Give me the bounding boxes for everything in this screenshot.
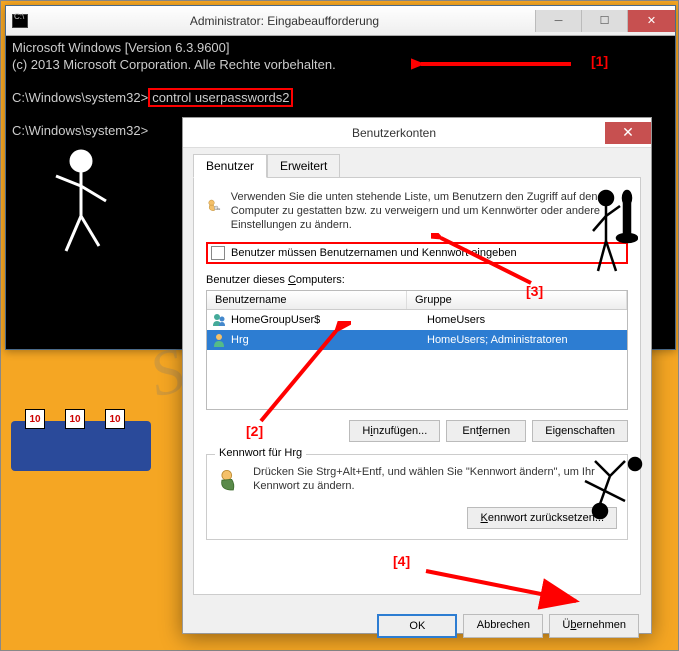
dialog-title: Benutzerkonten <box>183 126 605 140</box>
score-card: 10 <box>25 409 45 429</box>
candle-figure-icon <box>588 186 638 276</box>
user-name-cell: HomeGroupUser$ <box>231 314 427 326</box>
password-groupbox: Kennwort für Hrg Drücken Sie Strg+Alt+En… <box>206 454 628 540</box>
info-text: Verwenden Sie die unten stehende Liste, … <box>231 190 628 232</box>
ok-button[interactable]: OK <box>377 614 457 638</box>
cmd-command-highlight: control userpasswords2 <box>148 88 293 107</box>
soccer-figure-icon <box>570 456 650 546</box>
stick-figure-icon <box>41 146 121 266</box>
user-row-homegroup[interactable]: HomeGroupUser$ HomeUsers <box>207 310 627 330</box>
user-name-cell: Hrg <box>231 334 427 346</box>
cmd-titlebar: C:\ Administrator: Eingabeaufforderung ─… <box>6 6 675 36</box>
user-key-icon <box>217 465 243 497</box>
tab-users[interactable]: Benutzer <box>193 154 267 178</box>
user-icon <box>211 312 227 328</box>
user-accounts-dialog: Benutzerkonten ✕ Benutzer Erweitert Verw… <box>182 117 652 634</box>
dialog-footer: OK Abbrechen Übernehmen <box>183 606 651 646</box>
user-group-cell: HomeUsers <box>427 314 623 326</box>
dialog-close-button[interactable]: ✕ <box>605 122 651 144</box>
user-list[interactable]: Benutzername Gruppe HomeGroupUser$ HomeU… <box>206 290 628 410</box>
remove-button[interactable]: Entfernen <box>446 420 526 442</box>
dialog-tabs: Benutzer Erweitert <box>183 148 651 178</box>
cmd-prompt: C:\Windows\system32> <box>12 90 148 105</box>
minimize-button[interactable]: ─ <box>535 10 581 32</box>
user-list-header: Benutzername Gruppe <box>207 291 627 310</box>
require-password-label: Benutzer müssen Benutzernamen und Kennwo… <box>231 247 517 259</box>
window-controls: ─ ☐ ✕ <box>535 10 675 32</box>
cmd-prompt: C:\Windows\system32> <box>12 123 148 138</box>
dialog-titlebar: Benutzerkonten ✕ <box>183 118 651 148</box>
tab-advanced[interactable]: Erweitert <box>267 154 340 178</box>
cmd-title: Administrator: Eingabeaufforderung <box>34 14 535 28</box>
users-keys-icon <box>206 190 221 222</box>
cmd-line: Microsoft Windows [Version 6.3.9600] <box>12 40 230 55</box>
info-row: Verwenden Sie die unten stehende Liste, … <box>206 190 628 232</box>
score-card: 10 <box>105 409 125 429</box>
groupbox-title: Kennwort für Hrg <box>215 447 306 459</box>
apply-button[interactable]: Übernehmen <box>549 614 639 638</box>
user-icon <box>211 332 227 348</box>
user-list-buttons: Hinzufügen... Entfernen Eigenschaften <box>206 420 628 442</box>
password-info-text: Drücken Sie Strg+Alt+Entf, und wählen Si… <box>253 465 617 497</box>
score-card: 10 <box>65 409 85 429</box>
user-row-hrg[interactable]: Hrg HomeUsers; Administratoren <box>207 330 627 350</box>
cmd-line: (c) 2013 Microsoft Corporation. Alle Rec… <box>12 57 336 72</box>
cmd-icon: C:\ <box>12 14 28 28</box>
col-group[interactable]: Gruppe <box>407 291 627 309</box>
cancel-button[interactable]: Abbrechen <box>463 614 543 638</box>
password-info-row: Drücken Sie Strg+Alt+Entf, und wählen Si… <box>217 465 617 497</box>
reset-button-row: Kennwort zurücksetzen... <box>217 507 617 529</box>
maximize-button[interactable]: ☐ <box>581 10 627 32</box>
col-username[interactable]: Benutzername <box>207 291 407 309</box>
require-password-row: Benutzer müssen Benutzernamen und Kennwo… <box>206 242 628 264</box>
properties-button[interactable]: Eigenschaften <box>532 420 628 442</box>
judges-panel-graphic: 10 10 10 <box>11 421 151 471</box>
require-password-checkbox[interactable] <box>211 246 225 260</box>
close-button[interactable]: ✕ <box>627 10 675 32</box>
user-group-cell: HomeUsers; Administratoren <box>427 334 623 346</box>
user-list-label: Benutzer dieses Computers: <box>206 274 628 286</box>
add-button[interactable]: Hinzufügen... <box>349 420 440 442</box>
